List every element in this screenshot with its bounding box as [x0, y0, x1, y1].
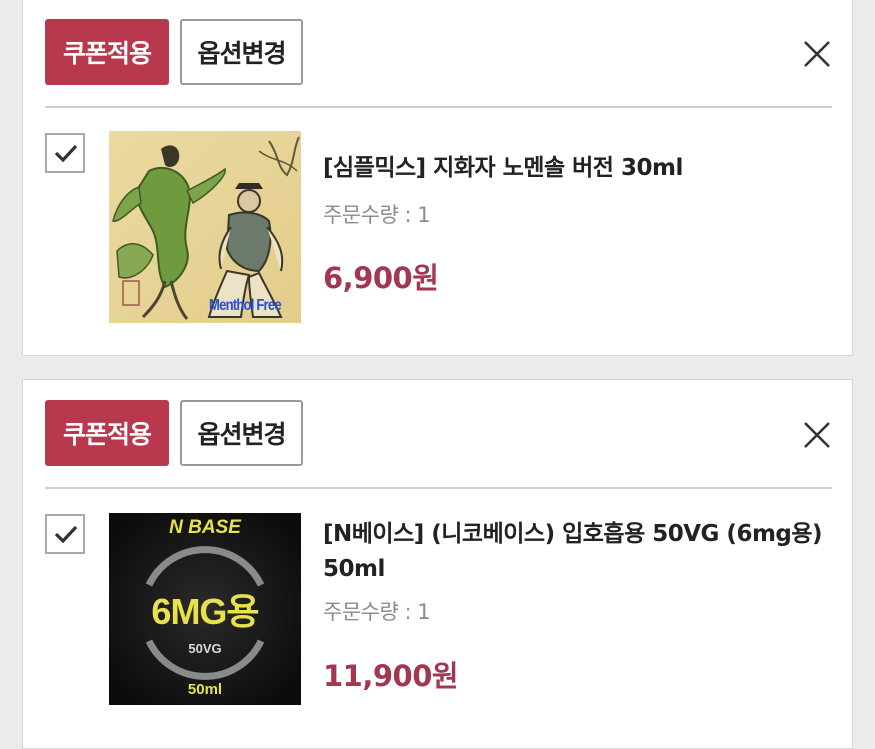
cart-item-card: 쿠폰적용 옵션변경 Menthol Free [심플믹스] 지화자 노멘솔 버전… [22, 0, 853, 356]
divider [45, 487, 832, 489]
coupon-apply-button[interactable]: 쿠폰적용 [45, 19, 169, 85]
thumbnail-strength: 6MG용 [151, 591, 259, 632]
checkmark-icon [54, 525, 78, 543]
cart-item-card: 쿠폰적용 옵션변경 N BASE 6MG용 50VG 50ml [N베이스] (… [22, 379, 853, 749]
order-quantity: 주문수량 : 1 [323, 600, 431, 624]
product-thumbnail[interactable]: N BASE 6MG용 50VG 50ml [109, 513, 301, 705]
thumbnail-volume: 50ml [187, 681, 223, 698]
checkmark-icon [54, 144, 78, 162]
close-icon[interactable] [802, 420, 832, 450]
product-thumbnail[interactable]: Menthol Free [109, 131, 301, 323]
thumbnail-brand: N BASE [169, 517, 241, 538]
thumbnail-caption: Menthol Free [209, 297, 282, 314]
order-quantity: 주문수량 : 1 [323, 203, 431, 227]
close-icon[interactable] [802, 39, 832, 69]
item-checkbox[interactable] [45, 514, 85, 554]
product-title[interactable]: [N베이스] (니코베이스) 입호흡용 50VG (6mg용) 50ml [323, 517, 843, 587]
thumbnail-vg: 50VG [188, 641, 222, 656]
item-checkbox[interactable] [45, 133, 85, 173]
dancing-figures-painting-icon [109, 131, 301, 323]
coupon-apply-button[interactable]: 쿠폰적용 [45, 400, 169, 466]
product-price: 6,900원 [323, 261, 439, 295]
option-change-button[interactable]: 옵션변경 [180, 400, 303, 466]
product-title[interactable]: [심플믹스] 지화자 노멘솔 버전 30ml [323, 151, 843, 186]
product-price: 11,900원 [323, 659, 459, 693]
option-change-button[interactable]: 옵션변경 [180, 19, 303, 85]
divider [45, 106, 832, 108]
